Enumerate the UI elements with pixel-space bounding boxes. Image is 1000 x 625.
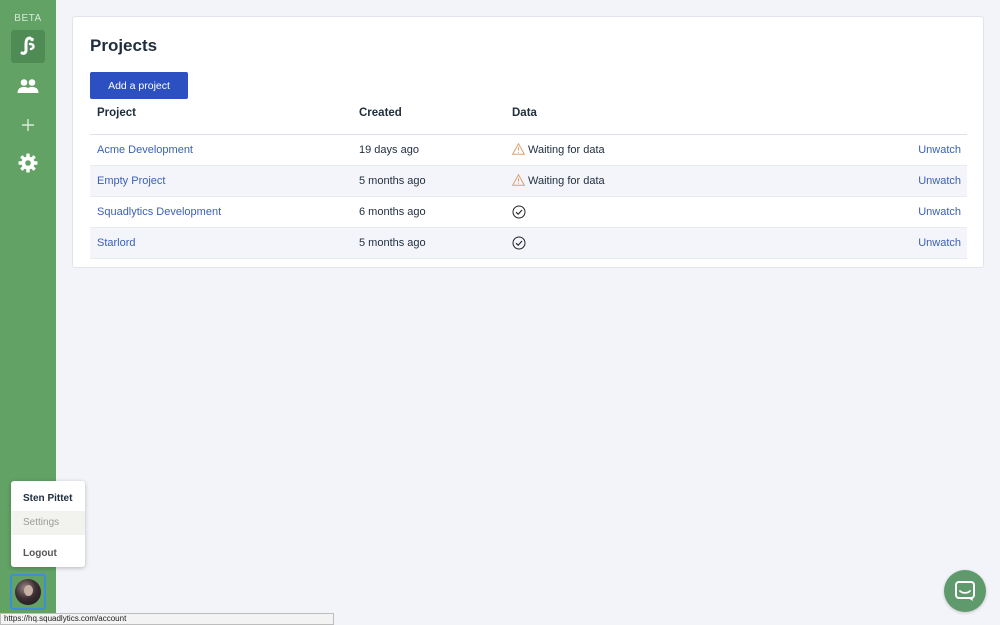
menu-item-logout[interactable]: Logout (23, 548, 57, 559)
data-status-text: Waiting for data (528, 144, 605, 156)
warning-icon (512, 174, 525, 186)
table-row: Starlord 5 months ago Unwatch (90, 228, 967, 259)
data-status-text: Waiting for data (528, 175, 605, 187)
projects-table: Project Created Data Acme Development 19… (90, 104, 967, 259)
data-status (512, 236, 529, 250)
add-project-button[interactable]: Add a project (90, 72, 188, 99)
menu-user-name: Sten Pittet (23, 493, 73, 504)
column-header-project: Project (97, 107, 136, 119)
unwatch-link[interactable]: Unwatch (918, 206, 961, 218)
table-row: Acme Development 19 days ago Waiting for… (90, 135, 967, 166)
page-title: Projects (90, 36, 158, 55)
table-header: Project Created Data (90, 104, 967, 135)
created-value: 5 months ago (359, 237, 426, 249)
people-icon[interactable] (14, 72, 42, 100)
created-value: 6 months ago (359, 206, 426, 218)
warning-icon (512, 143, 525, 155)
plus-icon[interactable] (14, 111, 42, 139)
menu-item-settings[interactable]: Settings (11, 511, 85, 535)
projects-card: Projects Add a project Project Created D… (72, 16, 984, 268)
avatar (15, 579, 41, 605)
gear-icon[interactable] (14, 149, 42, 177)
table-row: Empty Project 5 months ago Waiting for d… (90, 166, 967, 197)
status-bar-url: https://hq.squadlytics.com/account (0, 613, 334, 625)
avatar-button[interactable] (10, 574, 46, 610)
data-status: Waiting for data (512, 174, 605, 187)
project-link[interactable]: Empty Project (97, 175, 165, 187)
data-status: Waiting for data (512, 143, 605, 156)
check-circle-icon (512, 236, 526, 250)
project-link[interactable]: Squadlytics Development (97, 206, 221, 218)
data-status (512, 205, 529, 219)
project-link[interactable]: Acme Development (97, 144, 193, 156)
unwatch-link[interactable]: Unwatch (918, 237, 961, 249)
beta-label: BETA (14, 13, 42, 24)
chat-icon[interactable] (944, 570, 986, 612)
column-header-created: Created (359, 107, 402, 119)
unwatch-link[interactable]: Unwatch (918, 175, 961, 187)
table-row: Squadlytics Development 6 months ago Unw… (90, 197, 967, 228)
project-link[interactable]: Starlord (97, 237, 136, 249)
squadlytics-logo-icon[interactable] (11, 30, 45, 63)
created-value: 19 days ago (359, 144, 419, 156)
created-value: 5 months ago (359, 175, 426, 187)
unwatch-link[interactable]: Unwatch (918, 144, 961, 156)
user-menu: Sten Pittet Settings Logout (11, 481, 85, 567)
check-circle-icon (512, 205, 526, 219)
column-header-data: Data (512, 107, 537, 119)
